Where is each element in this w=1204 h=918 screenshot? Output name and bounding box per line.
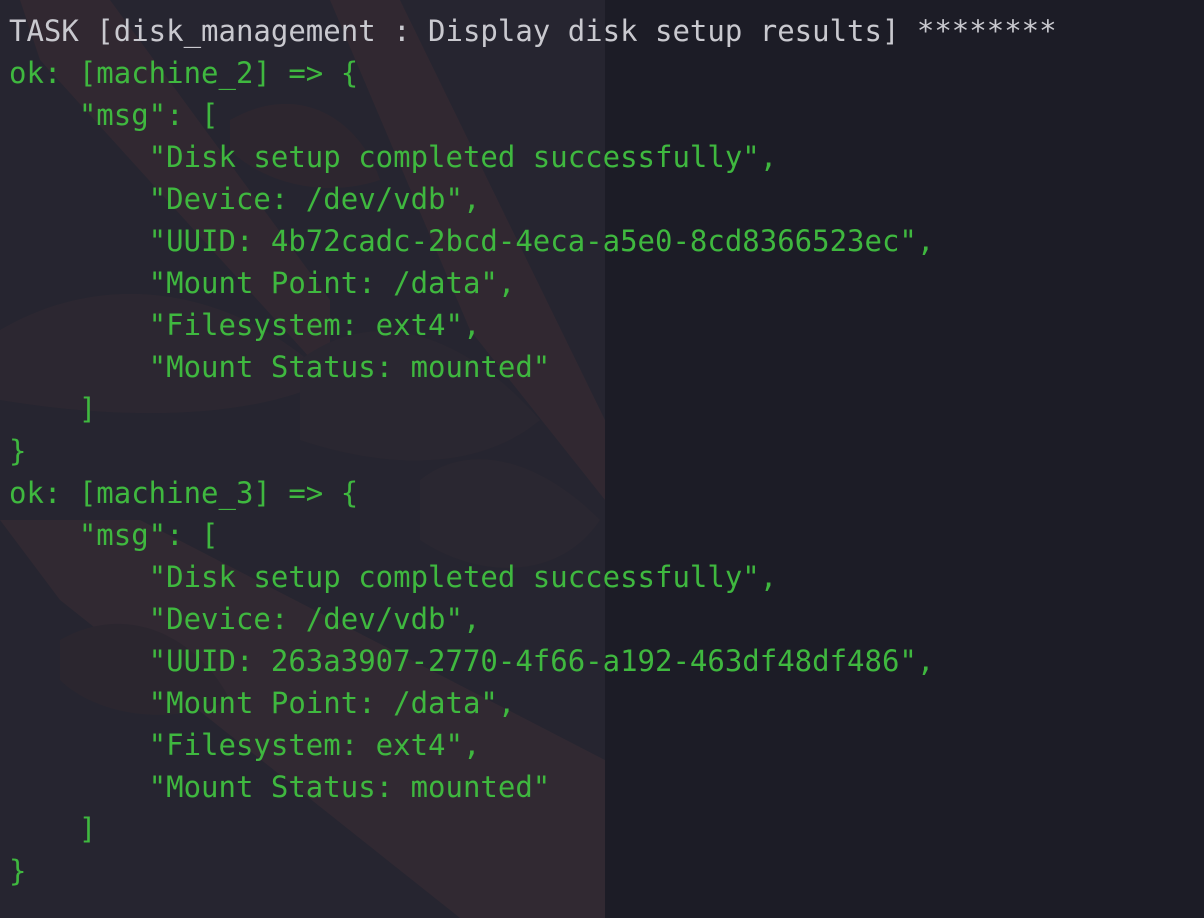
terminal-output-line: "UUID: 263a3907-2770-4f66-a192-463df48df… <box>9 644 935 678</box>
terminal-output-line: ok: [machine_3] => { <box>9 476 359 510</box>
terminal-output-line: "msg": [ <box>9 518 219 552</box>
terminal-output-line: "Disk setup completed successfully", <box>9 560 778 594</box>
terminal-output-line: "Filesystem: ext4", <box>9 308 481 342</box>
terminal-output-line: "Device: /dev/vdb", <box>9 182 481 216</box>
terminal-output-line: "Mount Point: /data", <box>9 266 516 300</box>
terminal-output-line: "Disk setup completed successfully", <box>9 140 778 174</box>
terminal-output-line: ] <box>9 392 97 426</box>
terminal-output-line: "Mount Status: mounted" <box>9 770 551 804</box>
task-header-line: TASK [disk_management : Display disk set… <box>9 14 1057 48</box>
terminal-output-line: "msg": [ <box>9 98 219 132</box>
terminal-output-line: } <box>9 434 27 468</box>
terminal-output-line: ok: [machine_2] => { <box>9 56 359 90</box>
terminal-output-line: "Device: /dev/vdb", <box>9 602 481 636</box>
terminal-output-line: } <box>9 854 27 888</box>
terminal-output-line: "UUID: 4b72cadc-2bcd-4eca-a5e0-8cd836652… <box>9 224 935 258</box>
terminal-output: TASK [disk_management : Display disk set… <box>9 10 1057 892</box>
terminal-output-line: ] <box>9 812 97 846</box>
terminal-output-line: "Mount Status: mounted" <box>9 350 551 384</box>
terminal-output-line: "Mount Point: /data", <box>9 686 516 720</box>
terminal-output-line: "Filesystem: ext4", <box>9 728 481 762</box>
